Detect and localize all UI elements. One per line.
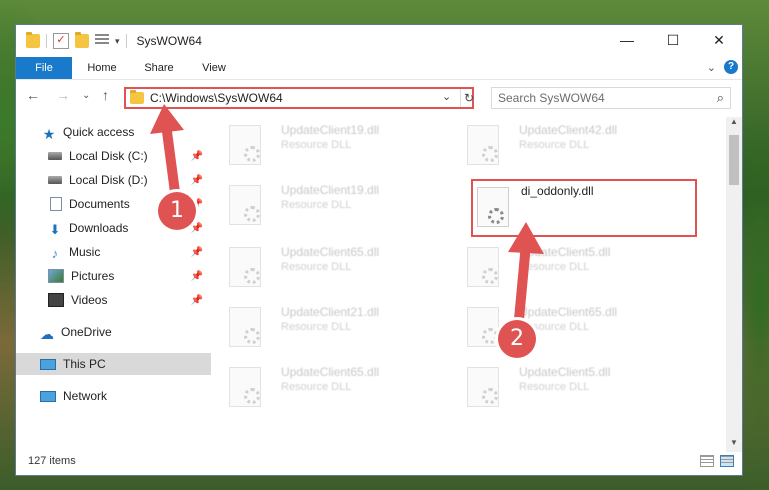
step-1-badge: 1 xyxy=(158,192,196,230)
annotation-overlay xyxy=(150,104,544,335)
step-2-badge: 2 xyxy=(498,320,536,358)
arrow-2 xyxy=(508,222,544,335)
arrow-1 xyxy=(150,104,184,205)
